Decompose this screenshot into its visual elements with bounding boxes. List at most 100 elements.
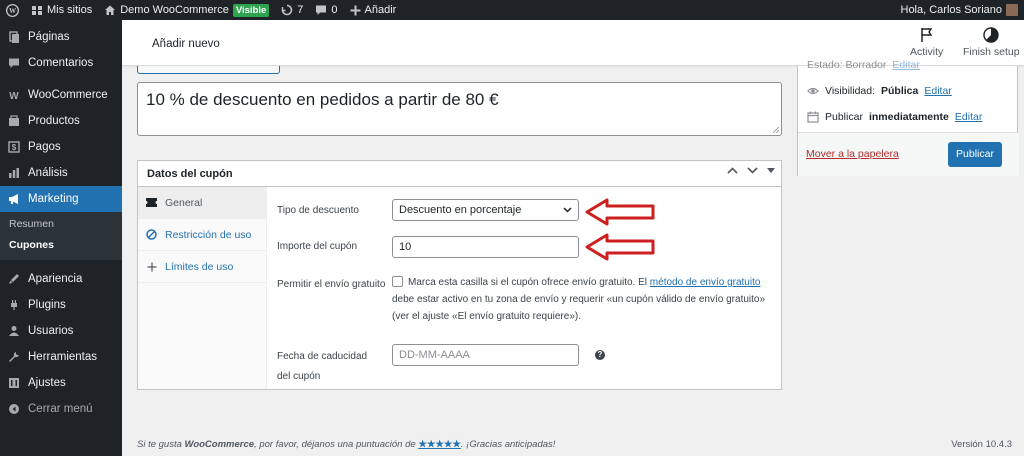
- appearance-icon: [8, 273, 20, 285]
- greeting-label: Hola, Carlos Soriano: [900, 4, 1003, 16]
- submenu-item-coupons[interactable]: Cupones: [0, 235, 122, 256]
- sidebar-item-products[interactable]: Productos: [0, 108, 122, 134]
- collapse-icon: [8, 403, 20, 415]
- wordpress-icon: W: [6, 3, 19, 17]
- coupon-code-input[interactable]: 10 % de descuento en pedidos a partir de…: [137, 82, 782, 136]
- coupon-amount-input[interactable]: 10: [392, 236, 579, 258]
- coupon-data-heading: Datos del cupón: [147, 167, 233, 180]
- plus-icon: [350, 5, 361, 15]
- users-icon: [8, 325, 20, 337]
- comments-count: 0: [331, 4, 338, 16]
- activity-button[interactable]: Activity: [910, 27, 943, 58]
- expiry-date-input[interactable]: DD-MM-AAAA: [392, 344, 579, 366]
- footer-text-1: Si te gusta: [137, 439, 182, 450]
- admin-sidebar: Páginas Comentarios W WooCommerce Produc…: [0, 20, 122, 456]
- comments-button[interactable]: 0: [309, 0, 343, 20]
- chevron-up-icon[interactable]: [727, 167, 738, 174]
- settings-icon: [8, 377, 20, 389]
- updates-button[interactable]: 7: [275, 0, 309, 20]
- free-shipping-label: Permitir el envío gratuito: [277, 279, 386, 290]
- flag-icon: [920, 28, 932, 42]
- submenu-item-overview[interactable]: Resumen: [0, 214, 122, 235]
- visibility-badge: Visible: [232, 3, 270, 17]
- rating-stars-link[interactable]: ★★★★★: [418, 439, 461, 450]
- comment-bubble-icon: [316, 5, 327, 15]
- sidebar-item-label: Usuarios: [28, 325, 74, 337]
- expiry-label-line-2: del cupón: [277, 371, 321, 382]
- svg-text:$: $: [12, 143, 17, 152]
- plugins-icon: [8, 299, 20, 311]
- site-name-button[interactable]: Demo WooCommerce Visible: [98, 0, 275, 20]
- status-row: Estado: Borrador Editar: [807, 60, 920, 70]
- version-text: Versión 10.4.3: [951, 439, 1012, 450]
- sidebar-item-tools[interactable]: Herramientas: [0, 344, 122, 370]
- admin-bar: W Mis sitios Demo WooCommerce Visible 7 …: [0, 0, 1024, 20]
- sidebar-item-woocommerce[interactable]: W WooCommerce: [0, 82, 122, 108]
- sidebar-item-analytics[interactable]: Análisis: [0, 160, 122, 186]
- tab-general[interactable]: General: [138, 187, 266, 219]
- tab-label: Límites de uso: [165, 260, 234, 273]
- admin-footer-text: Si te gusta WooCommerce, por favor, déja…: [137, 439, 555, 450]
- general-panel: Tipo de descuento Descuento en porcentaj…: [268, 187, 781, 389]
- chevron-down-icon[interactable]: [747, 167, 758, 174]
- publish-edit-link[interactable]: Editar: [955, 111, 982, 123]
- my-account-button[interactable]: Hola, Carlos Soriano: [895, 0, 1024, 20]
- free-shipping-text-3: (ver el ajuste «El envío gratuito requie…: [392, 311, 581, 322]
- finish-setup-label: Finish setup: [963, 46, 1020, 58]
- visibility-label: Visibilidad:: [825, 85, 876, 97]
- sidebar-collapse-menu[interactable]: Cerrar menú: [0, 396, 122, 422]
- free-shipping-text-1: Marca esta casilla si el cupón ofrece en…: [408, 277, 648, 288]
- help-icon[interactable]: ?: [595, 350, 605, 360]
- expiry-label: Fecha de caducidad del cupón: [277, 347, 367, 387]
- tab-usage-limits[interactable]: Límites de uso: [138, 251, 266, 283]
- home-icon: [105, 5, 116, 15]
- publish-box: Estado: Borrador Editar Visibilidad: Públ…: [797, 60, 1019, 176]
- add-new-label: Añadir: [364, 4, 397, 16]
- woocommerce-icon: W: [8, 89, 20, 101]
- sidebar-item-comments[interactable]: Comentarios: [0, 50, 122, 76]
- publish-label: Publicar: [825, 111, 863, 123]
- footer-brand: WooCommerce: [184, 439, 255, 450]
- status-edit-link[interactable]: Editar: [892, 60, 919, 70]
- sidebar-item-payments[interactable]: $ Pagos: [0, 134, 122, 160]
- sidebar-item-marketing[interactable]: Marketing: [0, 186, 122, 212]
- sidebar-item-label: Páginas: [28, 31, 70, 43]
- wordpress-logo-button[interactable]: W: [0, 0, 25, 20]
- move-to-trash-link[interactable]: Mover a la papelera: [806, 148, 899, 160]
- free-shipping-checkbox[interactable]: [392, 276, 403, 287]
- tab-usage-restriction[interactable]: Restricción de uso: [138, 219, 266, 251]
- free-shipping-text-2: debe estar activo en tu zona de envío y …: [392, 294, 766, 305]
- expiry-label-line-1: Fecha de caducidad: [277, 351, 368, 362]
- sidebar-item-settings[interactable]: Ajustes: [0, 370, 122, 396]
- sidebar-item-appearance[interactable]: Apariencia: [0, 266, 122, 292]
- ticket-icon: [146, 197, 157, 208]
- marketing-icon: [8, 193, 20, 205]
- expiry-date-placeholder: DD-MM-AAAA: [399, 349, 470, 361]
- footer-text-2: , por favor, déjanos una puntuación de: [254, 439, 416, 450]
- activity-label: Activity: [910, 46, 944, 58]
- site-name-label: Demo WooCommerce: [120, 4, 229, 16]
- sidebar-item-label: Productos: [28, 115, 80, 127]
- finish-setup-button[interactable]: Finish setup: [963, 27, 1020, 58]
- publish-value: inmediatamente: [868, 111, 949, 123]
- payments-icon: $: [8, 141, 20, 153]
- coupon-amount-value: 10: [399, 241, 412, 253]
- updates-count: 7: [297, 4, 304, 16]
- avatar: [1006, 4, 1018, 16]
- sidebar-item-label: Marketing: [28, 193, 79, 205]
- resize-grip-icon[interactable]: [773, 127, 779, 133]
- toggle-panel-icon[interactable]: [767, 167, 775, 174]
- publish-button[interactable]: Publicar: [948, 142, 1002, 167]
- sidebar-item-users[interactable]: Usuarios: [0, 318, 122, 344]
- add-new-button[interactable]: Añadir: [344, 0, 403, 20]
- visibility-edit-link[interactable]: Editar: [924, 85, 951, 97]
- sidebar-item-plugins[interactable]: Plugins: [0, 292, 122, 318]
- generate-code-button[interactable]: [137, 66, 280, 74]
- sidebar-item-pages[interactable]: Páginas: [0, 24, 122, 50]
- discount-type-select[interactable]: Descuento en porcentaje: [392, 199, 579, 221]
- sidebar-item-label: Ajustes: [28, 377, 66, 389]
- coupon-data-header: Datos del cupón: [138, 161, 781, 187]
- my-sites-button[interactable]: Mis sitios: [25, 0, 98, 20]
- my-sites-icon: [32, 6, 42, 15]
- free-shipping-method-link[interactable]: método de envío gratuito: [650, 277, 761, 288]
